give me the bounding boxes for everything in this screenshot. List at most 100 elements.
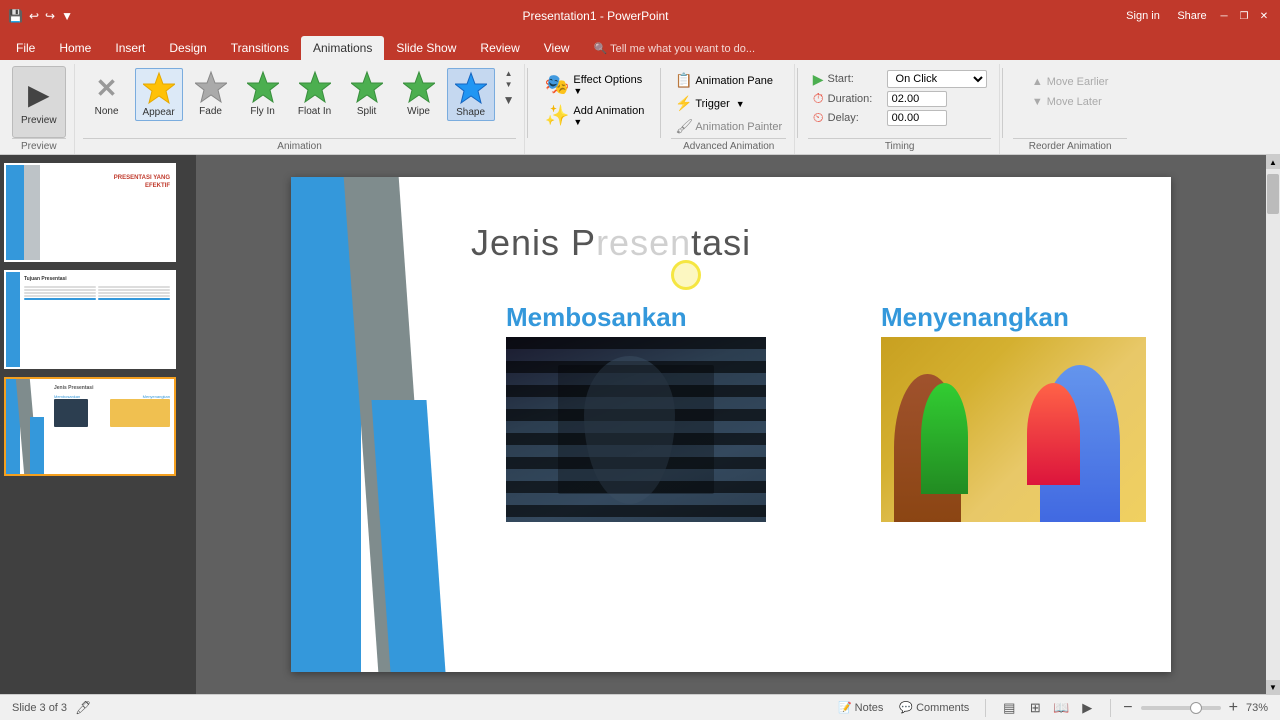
tab-view[interactable]: View: [532, 36, 582, 60]
trigger-button[interactable]: ⚡ Trigger ▼: [671, 93, 748, 114]
anim-appear[interactable]: Appear: [135, 68, 183, 121]
scroll-up-icon[interactable]: ▲: [505, 68, 513, 79]
slideshow-view-button[interactable]: ▶: [1076, 699, 1098, 717]
slide-image-left[interactable]: [506, 337, 766, 522]
scroll-up-button[interactable]: ▲: [1266, 155, 1280, 169]
move-earlier-button[interactable]: ▲ Move Earlier: [1028, 74, 1113, 90]
start-label: Start:: [828, 73, 883, 85]
anim-floatin-icon: [299, 70, 331, 106]
start-select[interactable]: On Click With Previous After Previous: [887, 70, 987, 88]
animation-painter-button[interactable]: 🖌 Animation Painter: [671, 116, 786, 137]
move-later-icon: ▼: [1032, 96, 1043, 108]
slide-image-right[interactable]: [881, 337, 1146, 522]
signin-button[interactable]: Sign in: [1118, 8, 1168, 24]
preview-group-label: Preview: [12, 138, 66, 152]
slide-title[interactable]: Jenis Presentasi: [471, 222, 1141, 264]
anim-shape[interactable]: Shape: [447, 68, 495, 121]
scroll-thumb[interactable]: [1267, 174, 1279, 214]
add-animation-button[interactable]: ✨ Add Animation ▼: [538, 101, 650, 130]
anim-appear-icon: [143, 71, 175, 107]
save-icon[interactable]: 💾: [8, 9, 23, 23]
zoom-minus-button[interactable]: −: [1123, 699, 1132, 717]
view-icons: ▤ ⊞ 📖 ▶: [998, 699, 1098, 717]
slide-right-label[interactable]: Menyenangkan: [881, 302, 1069, 333]
share-button[interactable]: Share: [1172, 8, 1212, 24]
restore-button[interactable]: ❐: [1236, 8, 1252, 24]
effect-options-group: 🎭 Effect Options ▼ ✨ Add Animation ▼ .: [530, 64, 658, 154]
anim-floatin[interactable]: Float In: [291, 68, 339, 119]
anim-fade-label: Fade: [199, 106, 222, 117]
minimize-button[interactable]: ─: [1216, 8, 1232, 24]
animation-pane-button[interactable]: 📋 Animation Pane: [671, 70, 777, 91]
statusbar-icon: 🖊: [75, 700, 92, 716]
anim-split[interactable]: Split: [343, 68, 391, 119]
quick-access-toolbar[interactable]: 💾 ↩ ↪ ▼: [8, 9, 73, 23]
move-earlier-icon: ▲: [1032, 76, 1043, 88]
delay-label: Delay:: [828, 112, 883, 124]
cursor-indicator: [671, 260, 701, 290]
slide-sorter-button[interactable]: ⊞: [1024, 699, 1046, 717]
move-later-button[interactable]: ▼ Move Later: [1028, 94, 1106, 110]
window-title: Presentation1 - PowerPoint: [73, 9, 1118, 23]
undo-icon[interactable]: ↩: [29, 9, 39, 23]
effect-options-dropdown[interactable]: ▼: [573, 86, 642, 96]
redo-icon[interactable]: ↪: [45, 9, 55, 23]
scroll-down-button[interactable]: ▼: [1266, 680, 1280, 694]
slide-panel: 1 PRESENTASI YANGEFEKTIF 2 Tujuan P: [0, 155, 196, 694]
scroll-track[interactable]: [1266, 169, 1280, 680]
zoom-percent[interactable]: 73%: [1246, 702, 1268, 714]
start-icon: ▶: [813, 71, 824, 88]
timing-group: ▶ Start: On Click With Previous After Pr…: [800, 64, 1000, 154]
notes-button[interactable]: 📝 Notes: [834, 699, 887, 716]
slide-thumb-1[interactable]: PRESENTASI YANGEFEKTIF: [4, 163, 176, 262]
tab-animations[interactable]: Animations: [301, 36, 384, 60]
customize-qat-icon[interactable]: ▼: [61, 9, 73, 23]
scroll-down-icon[interactable]: ▼: [505, 79, 513, 90]
tab-review[interactable]: Review: [468, 36, 531, 60]
tab-home[interactable]: Home: [47, 36, 103, 60]
trigger-dropdown[interactable]: ▼: [736, 99, 745, 109]
anim-wipe-label: Wipe: [407, 106, 430, 117]
effect-options-label: Effect Options: [573, 74, 642, 86]
preview-button[interactable]: ▶ Preview: [12, 66, 66, 138]
ribbon: ▶ Preview Preview ✕ None Appear: [0, 60, 1280, 155]
comments-button[interactable]: 💬 Comments: [895, 699, 973, 716]
preview-group: ▶ Preview Preview: [4, 64, 75, 154]
tab-insert[interactable]: Insert: [103, 36, 157, 60]
ribbon-tabs: File Home Insert Design Transitions Anim…: [0, 32, 1280, 60]
slide-left-label[interactable]: Membosankan: [506, 302, 687, 333]
tab-design[interactable]: Design: [157, 36, 218, 60]
expand-icon[interactable]: ▼: [503, 92, 515, 109]
reading-view-button[interactable]: 📖: [1050, 699, 1072, 717]
zoom-plus-button[interactable]: +: [1229, 699, 1238, 717]
anim-flyin[interactable]: Fly In: [239, 68, 287, 119]
tab-search[interactable]: 🔍 Tell me what you want to do...: [582, 36, 767, 60]
anim-fade[interactable]: Fade: [187, 68, 235, 119]
divider-1: [527, 68, 528, 138]
tab-transitions[interactable]: Transitions: [219, 36, 301, 60]
tab-slideshow[interactable]: Slide Show: [384, 36, 468, 60]
delay-input[interactable]: [887, 110, 947, 126]
anim-none[interactable]: ✕ None: [83, 68, 131, 119]
vertical-scrollbar[interactable]: ▲ ▼: [1266, 155, 1280, 694]
slide[interactable]: Jenis Presentasi Membosankan Menyenangka…: [291, 177, 1171, 672]
duration-input[interactable]: [887, 91, 947, 107]
statusbar-right: 📝 Notes 💬 Comments ▤ ⊞ 📖 ▶ − + 73%: [834, 699, 1268, 717]
move-later-label: Move Later: [1047, 96, 1102, 108]
slide-thumb-2[interactable]: Tujuan Presentasi: [4, 270, 176, 369]
anim-wipe[interactable]: Wipe: [395, 68, 443, 119]
effect-options-icon: 🎭: [544, 72, 569, 97]
animation-scroll[interactable]: ▲ ▼ ▼: [501, 68, 517, 109]
tab-file[interactable]: File: [4, 36, 47, 60]
add-animation-icon: ✨: [544, 103, 569, 128]
duration-label: Duration:: [828, 93, 883, 105]
close-button[interactable]: ✕: [1256, 8, 1272, 24]
zoom-thumb[interactable]: [1190, 702, 1202, 714]
slide-thumb-3[interactable]: Jenis Presentasi Membosankan Menyenangka…: [4, 377, 176, 476]
effect-options-button[interactable]: 🎭 Effect Options ▼: [538, 70, 648, 99]
add-animation-label: Add Animation: [573, 105, 644, 117]
add-animation-dropdown[interactable]: ▼: [573, 117, 644, 127]
zoom-slider[interactable]: [1141, 706, 1221, 710]
window-controls[interactable]: Sign in Share ─ ❐ ✕: [1118, 8, 1272, 24]
normal-view-button[interactable]: ▤: [998, 699, 1020, 717]
